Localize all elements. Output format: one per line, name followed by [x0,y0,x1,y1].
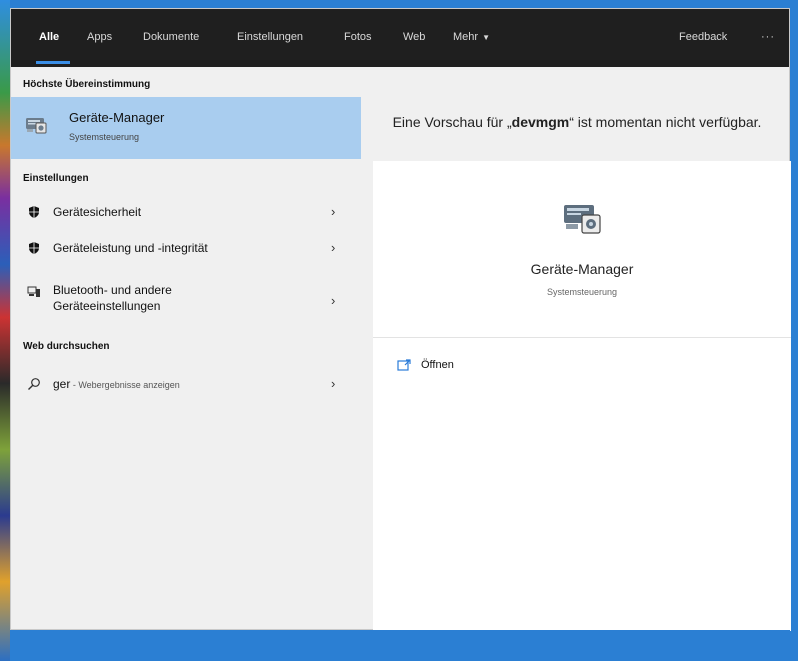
card-title: Geräte-Manager [530,261,634,277]
preview-pane: Eine Vorschau für „devmgm“ ist momentan … [361,67,791,631]
best-match-heading: Höchste Übereinstimmung [23,79,151,90]
tab-apps[interactable]: Apps [87,31,112,43]
web-search-hint: - Webergebnisse anzeigen [70,380,180,390]
feedback-link[interactable]: Feedback [679,31,727,43]
tab-more[interactable]: Mehr ▼ [453,31,490,43]
preview-unavailable-message: Eine Vorschau für „devmgm“ ist momentan … [375,111,779,133]
chevron-right-icon[interactable]: › [331,204,335,219]
shield-icon [29,206,39,218]
settings-item-label: Geräteleistung und -integrität [53,241,208,255]
search-panel: Alle Apps Dokumente Einstellungen Fotos … [10,8,791,631]
best-match-title: Geräte-Manager [69,110,165,125]
card-subtitle: Systemsteuerung [546,287,618,297]
active-tab-indicator [36,61,70,64]
device-manager-icon [26,118,47,134]
settings-item-label: Gerätesicherheit [53,205,142,219]
preview-msg-suffix: “ ist momentan nicht verfügbar. [569,114,762,130]
settings-item-label-line1: Bluetooth- und andere [53,283,172,297]
preview-msg-term: devmgm [511,114,570,130]
tab-all[interactable]: Alle [39,31,59,43]
open-window-icon [397,359,411,371]
settings-item-bluetooth[interactable]: Bluetooth- und andere Geräteeinstellungen… [11,281,361,321]
best-match-subtitle: Systemsteuerung [69,132,140,142]
best-match-result[interactable]: Geräte-Manager Systemsteuerung [11,97,361,159]
web-search-label: ger - Webergebnisse anzeigen [53,376,180,393]
settings-item-device-performance[interactable]: Geräteleistung und -integrität › [11,233,361,263]
settings-item-label-line2: Geräteeinstellungen [53,299,161,313]
settings-item-device-security[interactable]: Gerätesicherheit › [11,197,361,227]
chevron-right-icon[interactable]: › [331,293,335,308]
open-label: Öffnen [421,359,454,371]
shield-icon [29,242,39,254]
chevron-right-icon[interactable]: › [331,240,335,255]
settings-heading: Einstellungen [23,173,89,184]
tab-photos[interactable]: Fotos [344,31,372,43]
tab-more-label: Mehr [453,31,479,43]
web-search-heading: Web durchsuchen [23,341,110,352]
app-preview-card: Geräte-Manager Systemsteuerung Öffnen [373,161,791,631]
web-search-query: ger [53,377,71,391]
tab-documents[interactable]: Dokumente [143,31,199,43]
chevron-down-icon: ▼ [482,33,490,42]
chevron-right-icon[interactable]: › [331,376,335,391]
devices-icon [27,286,40,297]
desktop-background-strip [0,0,10,661]
tab-settings[interactable]: Einstellungen [237,31,303,43]
tab-web[interactable]: Web [403,31,425,43]
desktop-background-bottom [10,630,790,661]
device-manager-icon [564,205,601,234]
settings-item-label: Bluetooth- und andere Geräteeinstellungen [53,282,172,314]
more-options-button[interactable]: ··· [761,31,775,43]
card-divider [373,337,791,338]
search-scope-bar: Alle Apps Dokumente Einstellungen Fotos … [11,9,789,67]
preview-msg-prefix: Eine Vorschau für „ [392,114,512,130]
results-list: Höchste Übereinstimmung Geräte-Manager S… [11,67,361,629]
web-search-result[interactable]: ger - Webergebnisse anzeigen › [11,369,361,399]
search-icon [28,378,40,390]
